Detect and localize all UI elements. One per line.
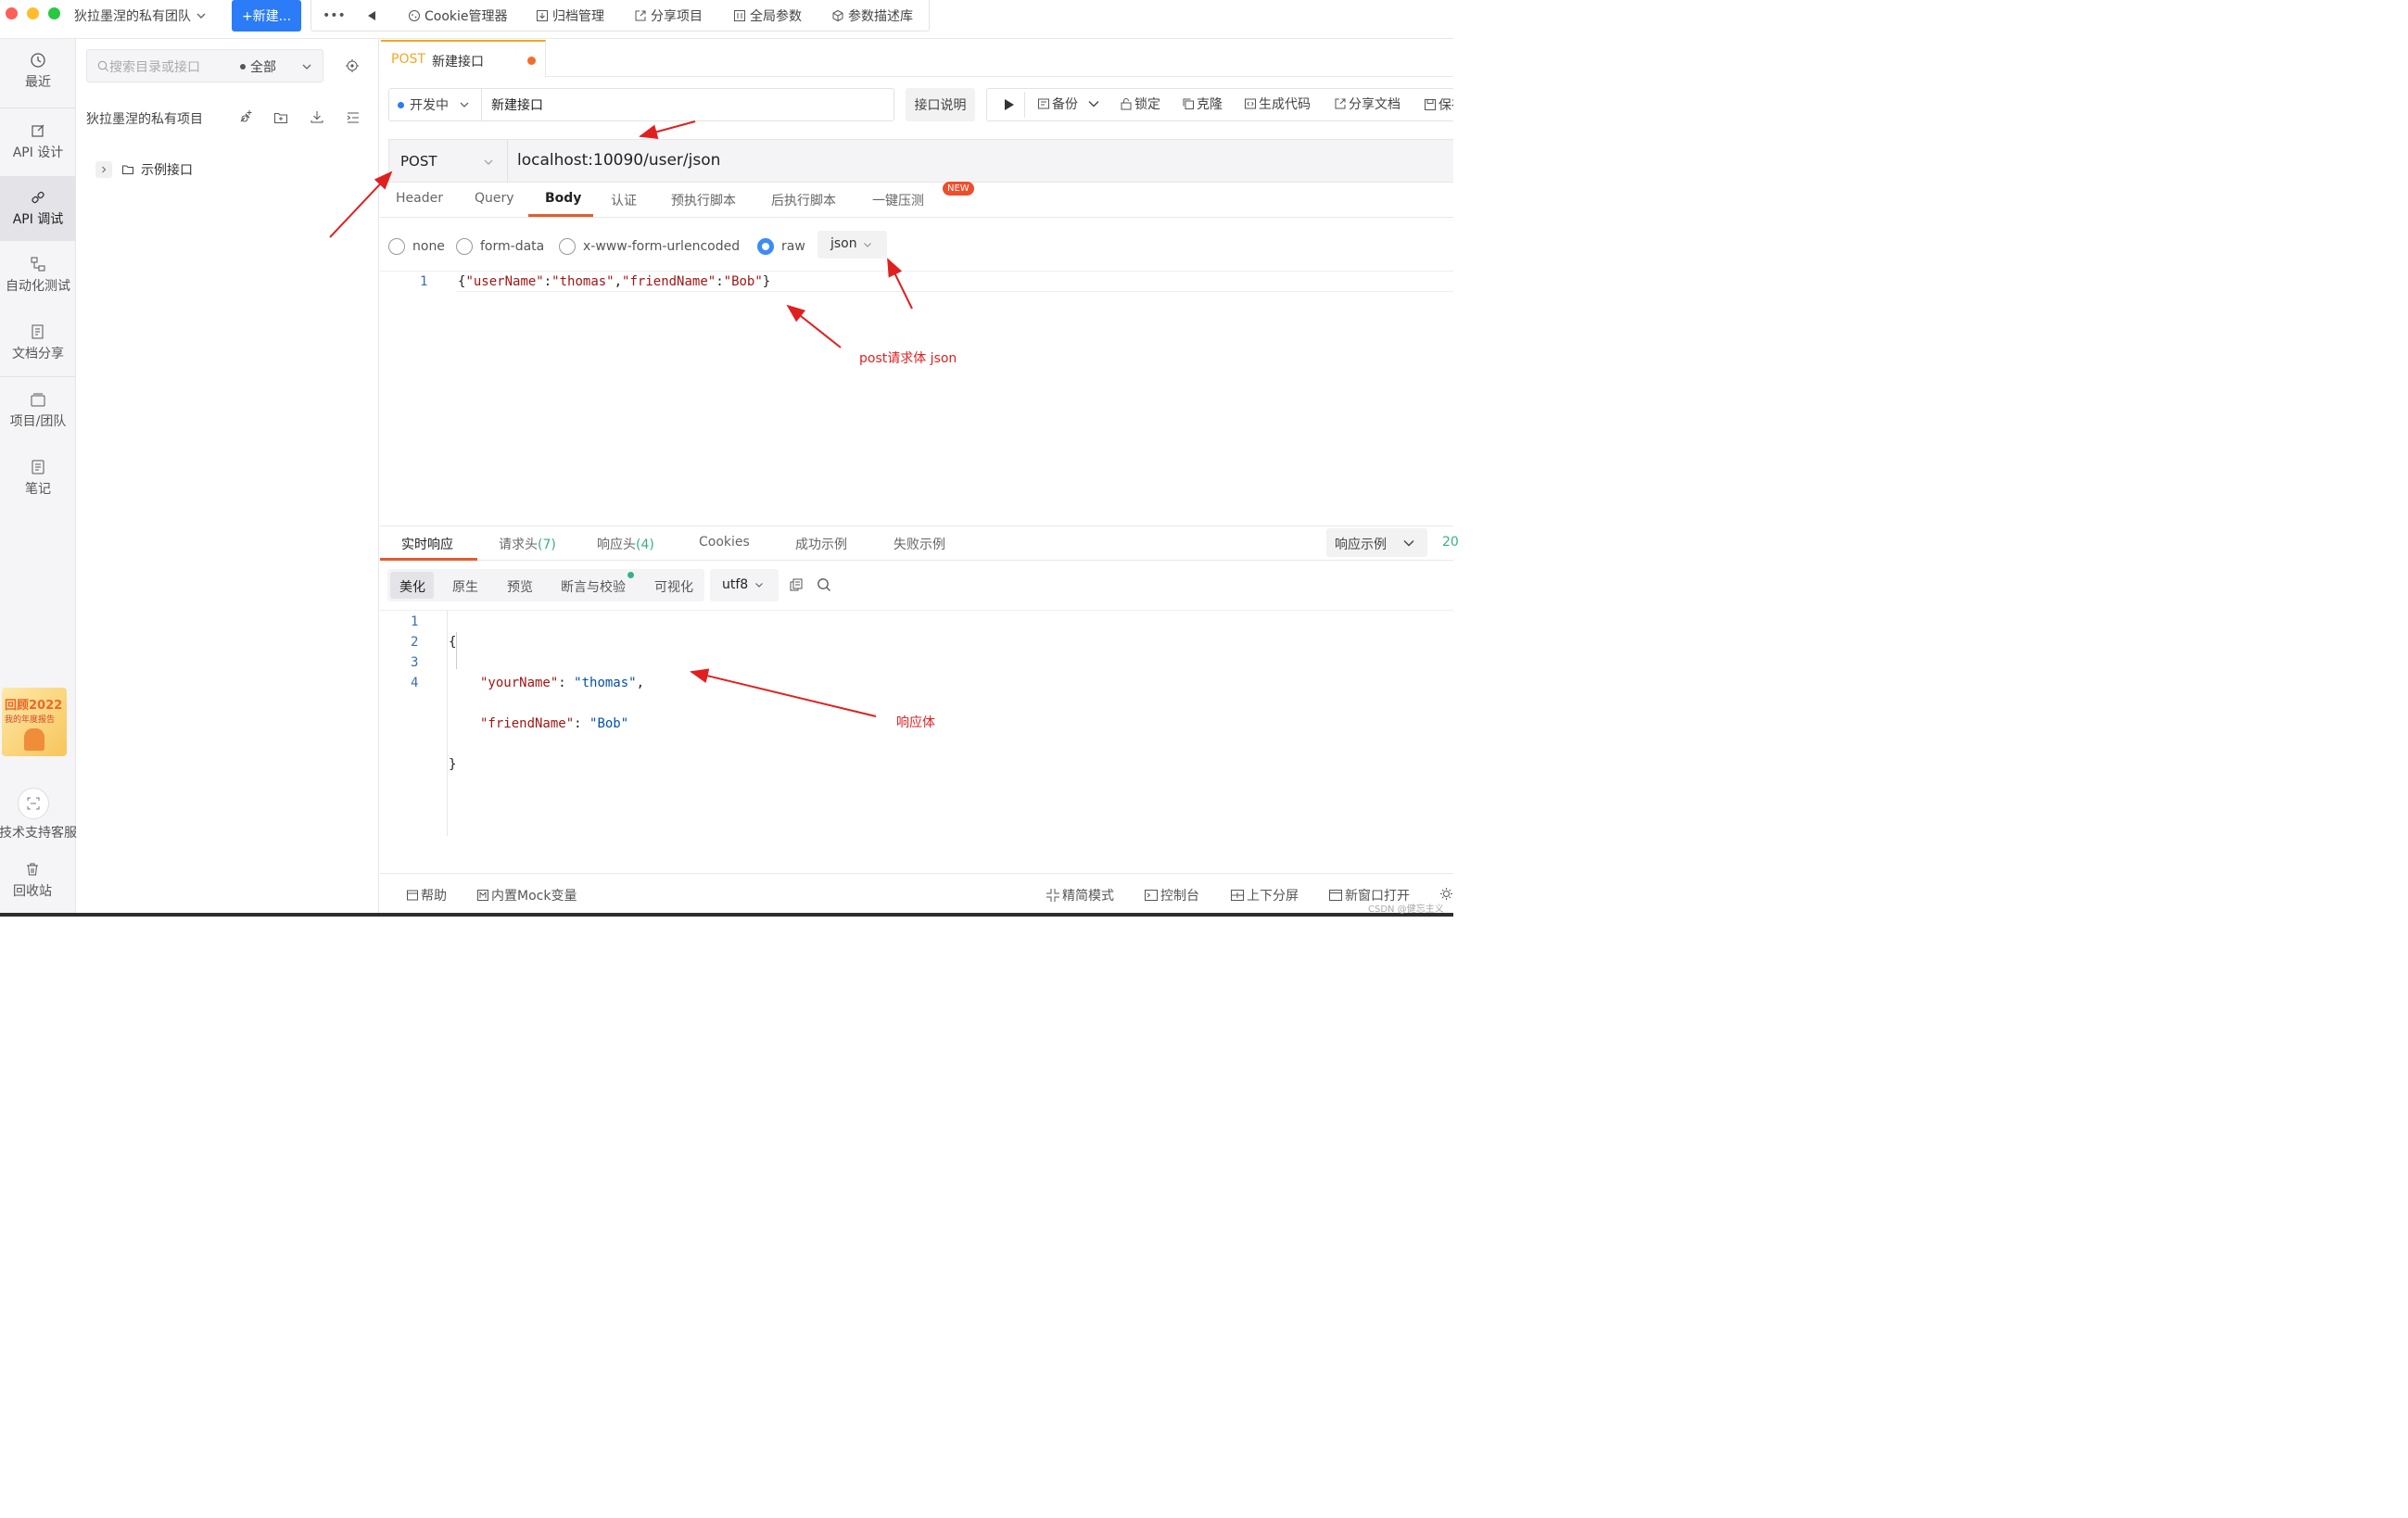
annotation-arrows [329,120,913,717]
arrow-to-response [690,668,877,717]
arrow-to-format [887,258,913,310]
arrow-to-body [786,304,842,348]
arrow-to-method [329,171,393,238]
arrow-to-url [639,120,696,140]
